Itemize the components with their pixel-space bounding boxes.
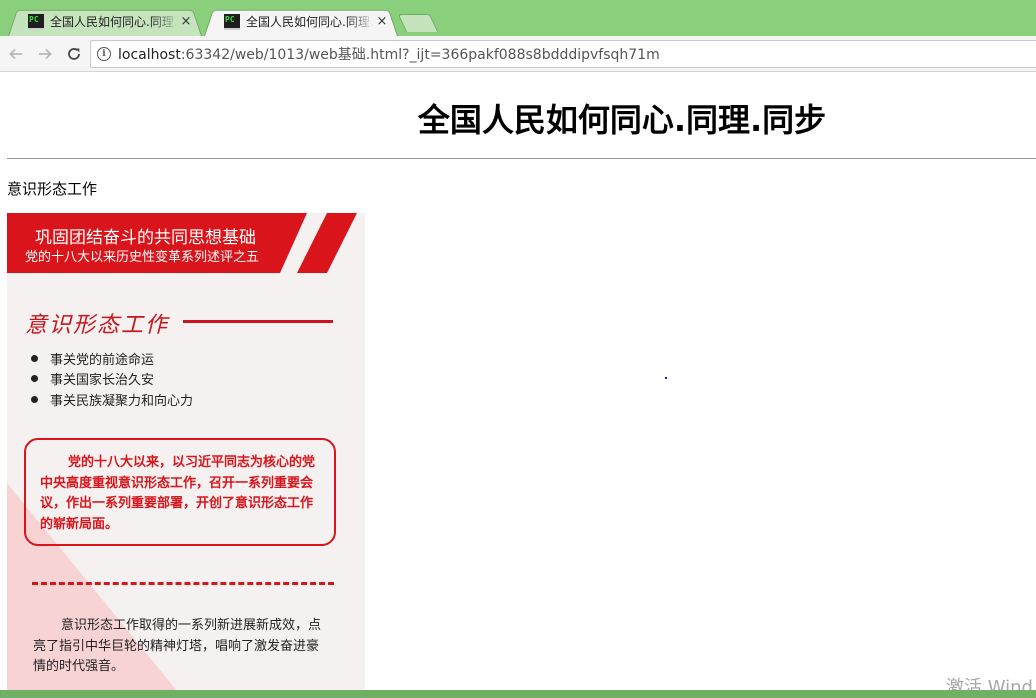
pycharm-icon: PC (224, 13, 240, 30)
url-text[interactable]: localhost:63342/web/1013/web基础.html?_ijt… (118, 44, 660, 64)
tab-title: 全国人民如何同心.同理.同步 (246, 15, 374, 29)
reload-button[interactable] (61, 41, 87, 67)
forward-button[interactable] (32, 41, 58, 67)
pycharm-icon: PC (28, 13, 44, 30)
poster-bottom-text: 意识形态工作取得的一系列新进展新成效，点亮了指引中华巨轮的精神灯塔，唱响了激发奋… (33, 618, 322, 674)
poster-banner-stripe (297, 213, 357, 273)
bullet-icon (31, 395, 38, 403)
arrow-left-icon (9, 48, 22, 59)
close-tab-icon[interactable]: × (178, 14, 194, 29)
browser-toolbar: i localhost:63342/web/1013/web基础.html?_i… (0, 36, 1036, 72)
arrow-right-icon (39, 48, 52, 59)
poster-dashed-divider (32, 582, 334, 585)
browser-tab-2[interactable]: PC 全国人民如何同心.同理.同步 × (204, 7, 398, 36)
list-item: 事关民族凝聚力和向心力 (31, 389, 193, 410)
poster-title-rule (183, 320, 333, 323)
poster-bullet-list: 事关党的前途命运 事关国家长治久安 事关民族凝聚力和向心力 (31, 348, 193, 410)
divider (7, 158, 1036, 159)
reload-icon (68, 47, 80, 60)
list-item: 事关党的前途命运 (31, 348, 193, 369)
stray-dot (665, 377, 667, 379)
poster-highlight-box: 党的十八大以来，以习近平同志为核心的党中央高度重视意识形态工作，召开一系列重要会… (24, 438, 336, 546)
poster-banner-title: 巩固团结奋斗的共同思想基础 (35, 228, 256, 248)
taskbar-edge (0, 690, 1036, 698)
page-heading: 全国人民如何同心.同理.同步 (417, 101, 827, 139)
new-tab-button[interactable] (397, 14, 439, 32)
poster-image: 巩固团结奋斗的共同思想基础 党的十八大以来历史性变革系列述评之五 意识形态工作 … (7, 213, 365, 698)
browser-tab-1[interactable]: PC 全国人民如何同心.同理.同步 × (8, 7, 202, 36)
tab-title: 全国人民如何同心.同理.同步 (50, 15, 178, 29)
back-button[interactable] (3, 41, 29, 67)
poster-banner-subtitle: 党的十八大以来历史性变革系列述评之五 (25, 250, 260, 265)
tab-strip: PC 全国人民如何同心.同理.同步 × PC 全国人民如何同心.同理.同步 × (0, 0, 1036, 36)
bullet-icon (31, 375, 38, 383)
poster-calligraphy-title: 意识形态工作 (25, 313, 170, 338)
info-icon[interactable]: i (97, 47, 111, 61)
list-item: 事关国家长治久安 (31, 369, 193, 390)
bullet-icon (31, 354, 38, 362)
page-content: 全国人民如何同心.同理.同步 意识形态工作 巩固团结奋斗的共同思想基础 党的十八… (0, 73, 1036, 698)
close-tab-icon[interactable]: × (374, 14, 390, 29)
section-title: 意识形态工作 (7, 180, 98, 198)
address-bar[interactable]: i localhost:63342/web/1013/web基础.html?_i… (90, 40, 1036, 68)
